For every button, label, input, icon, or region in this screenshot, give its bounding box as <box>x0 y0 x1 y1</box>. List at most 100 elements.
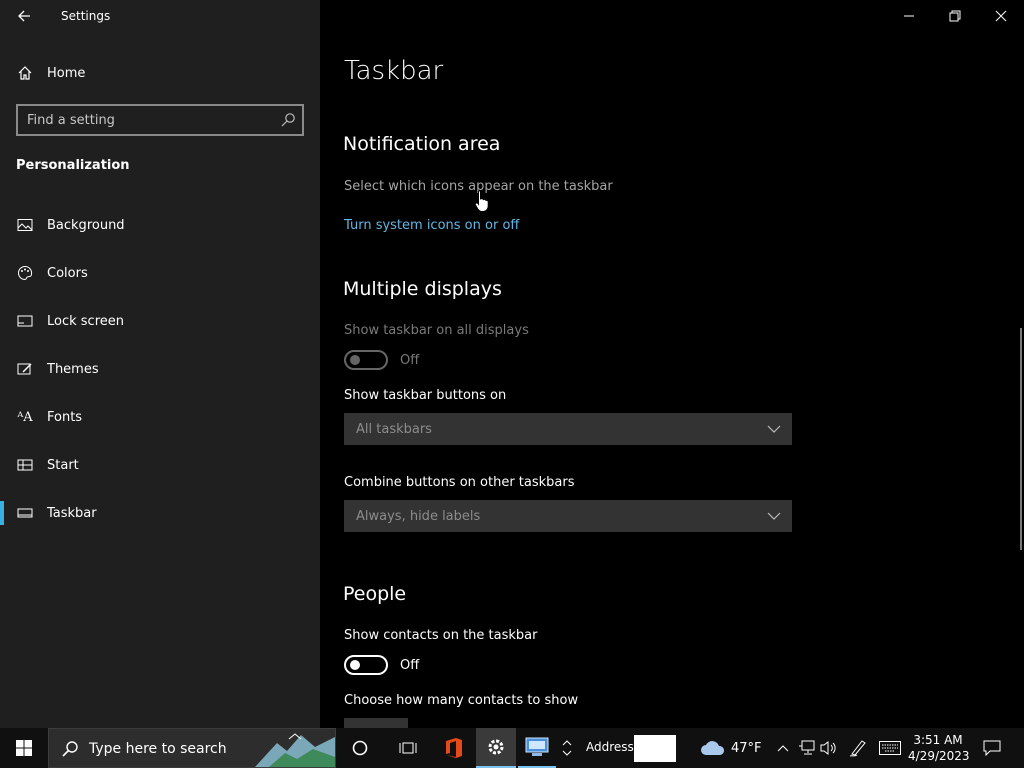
show-hidden-icons-button[interactable] <box>774 728 792 768</box>
keyboard-icon <box>879 741 901 755</box>
cortana-button[interactable] <box>340 728 380 768</box>
home-icon <box>16 64 34 82</box>
cortana-circle-icon <box>352 740 368 756</box>
close-button[interactable] <box>978 0 1024 32</box>
sidebar-item-label: Background <box>47 217 125 233</box>
buttons-on-dropdown[interactable]: All taskbars <box>344 413 792 445</box>
combine-buttons-dropdown[interactable]: Always, hide labels <box>344 500 792 532</box>
contacts-count-dropdown[interactable] <box>344 718 408 728</box>
volume-button[interactable] <box>818 728 840 768</box>
network-window-icon <box>525 737 549 756</box>
combine-buttons-value: Always, hide labels <box>356 508 481 524</box>
network-tray-button[interactable] <box>796 728 818 768</box>
sidebar-item-label: Start <box>47 457 79 473</box>
search-icon <box>281 113 295 127</box>
notification-area-heading: Notification area <box>343 133 501 155</box>
people-heading: People <box>343 583 407 605</box>
notification-icon <box>983 740 1001 756</box>
settings-app-button[interactable] <box>476 728 516 768</box>
minimize-icon <box>904 15 914 17</box>
chevron-down-icon <box>767 512 781 520</box>
back-button[interactable] <box>10 4 38 28</box>
sidebar-item-start[interactable]: Start <box>0 448 320 482</box>
show-all-displays-state: Off <box>400 353 420 368</box>
find-setting-input[interactable] <box>18 106 278 134</box>
show-all-displays-toggle[interactable] <box>344 350 388 370</box>
clock-time: 3:51 AM <box>913 733 963 747</box>
home-label: Home <box>47 65 86 81</box>
show-all-displays-label: Show taskbar on all displays <box>344 323 529 338</box>
close-icon <box>995 10 1007 22</box>
home-nav-item[interactable]: Home <box>0 56 320 90</box>
sidebar-item-label: Lock screen <box>47 313 124 329</box>
action-center-button[interactable] <box>976 728 1008 768</box>
pen-workspace-button[interactable] <box>846 728 870 768</box>
buttons-on-label: Show taskbar buttons on <box>344 388 507 403</box>
restore-button[interactable] <box>932 0 978 32</box>
network-app-button[interactable] <box>518 728 556 768</box>
chevron-up-icon <box>777 745 789 752</box>
clock-date: 4/29/2023 <box>908 749 970 763</box>
lock-screen-icon <box>16 312 34 330</box>
address-toolbar-label: Address <box>586 740 634 754</box>
taskbar-search-box[interactable]: Type here to search <box>48 728 336 768</box>
start-button[interactable] <box>0 728 48 768</box>
combine-buttons-label: Combine buttons on other taskbars <box>344 475 575 490</box>
multiple-displays-heading: Multiple displays <box>343 278 502 300</box>
system-icons-link[interactable]: Turn system icons on or off <box>344 218 519 233</box>
search-icon <box>62 741 78 757</box>
section-title: Personalization <box>16 158 130 173</box>
touch-keyboard-button[interactable] <box>876 728 904 768</box>
sidebar-item-taskbar[interactable]: Taskbar <box>0 496 320 530</box>
sidebar-item-colors[interactable]: Colors <box>0 256 320 290</box>
hand-cursor-icon <box>474 190 489 212</box>
sidebar: Settings Home Personalization Background… <box>0 0 320 728</box>
pen-icon <box>849 740 866 757</box>
chevron-down-icon <box>562 750 572 756</box>
gear-icon <box>488 739 504 755</box>
show-contacts-toggle[interactable] <box>344 655 388 675</box>
main-content: Taskbar Notification area Select which i… <box>320 0 1024 728</box>
sidebar-item-themes[interactable]: Themes <box>0 352 320 386</box>
network-icon <box>799 740 815 755</box>
fonts-icon: ᴬA <box>17 409 33 425</box>
toggle-knob <box>350 355 360 365</box>
show-contacts-state: Off <box>400 658 420 673</box>
office-icon <box>446 738 462 758</box>
sidebar-item-label: Themes <box>47 361 99 377</box>
palette-icon <box>16 264 34 282</box>
sidebar-item-label: Colors <box>47 265 88 281</box>
chevron-up-icon <box>562 740 572 746</box>
app-title: Settings <box>61 9 111 23</box>
page-title: Taskbar <box>344 56 444 86</box>
sidebar-item-label: Fonts <box>47 409 83 425</box>
restore-icon <box>949 10 961 22</box>
windows-logo-icon <box>16 740 32 756</box>
taskbar-icon <box>16 504 34 522</box>
cloud-weather-icon[interactable] <box>700 739 726 757</box>
task-view-button[interactable] <box>388 728 428 768</box>
minimize-button[interactable] <box>886 0 932 32</box>
scrollbar[interactable] <box>1020 328 1022 550</box>
toolbar-scroll-buttons[interactable] <box>558 728 576 768</box>
settings-window: Settings Home Personalization Background… <box>0 0 1024 768</box>
how-many-contacts-label: Choose how many contacts to show <box>344 693 579 708</box>
sidebar-item-fonts[interactable]: ᴬA Fonts <box>0 400 320 434</box>
clock[interactable]: 3:51 AM 4/29/2023 <box>908 732 970 764</box>
chevron-down-icon <box>767 425 781 433</box>
taskbar-search-placeholder: Type here to search <box>89 741 227 757</box>
back-arrow-icon <box>18 10 30 22</box>
speaker-icon <box>820 741 836 755</box>
address-input[interactable] <box>634 735 676 762</box>
sidebar-item-label: Taskbar <box>47 505 97 521</box>
find-setting-search[interactable] <box>16 104 304 136</box>
search-highlight-landscape-icon <box>255 733 335 767</box>
taskbar: Type here to search Address 47°F 3:51 AM… <box>0 728 1024 768</box>
start-icon <box>16 456 34 474</box>
sidebar-item-lock-screen[interactable]: Lock screen <box>0 304 320 338</box>
office-app-button[interactable] <box>434 728 474 768</box>
task-view-icon <box>399 742 417 754</box>
weather-temperature[interactable]: 47°F <box>731 741 762 756</box>
sidebar-item-background[interactable]: Background <box>0 208 320 242</box>
background-icon <box>16 216 34 234</box>
